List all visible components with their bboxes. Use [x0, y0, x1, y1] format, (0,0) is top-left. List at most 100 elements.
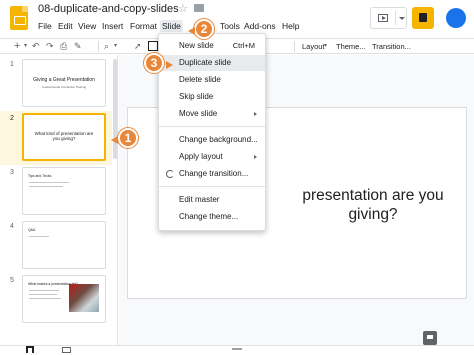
menu-item-label: Delete slide — [179, 75, 221, 84]
callout-pointer — [111, 136, 118, 144]
slide-number: 1 — [10, 61, 14, 68]
resize-handle[interactable] — [232, 348, 242, 350]
menu-view[interactable]: View — [76, 20, 98, 32]
menu-apply-layout[interactable]: Apply layout — [159, 149, 265, 165]
thumbnail-subtitle: CustomGuide interactive Training — [41, 85, 87, 89]
undo-icon[interactable]: ↶ — [32, 40, 40, 53]
filmstrip-slide-1[interactable]: 1 Giving a Great Presentation CustomGuid… — [0, 57, 112, 111]
slides-logo-icon[interactable] — [10, 6, 28, 30]
thumbnail-title: Q&A — [28, 228, 36, 232]
speaker-notes-icon[interactable] — [423, 331, 437, 345]
slide-title-text[interactable]: presentation are you giving? — [278, 186, 468, 224]
thumbnail-text-line — [29, 294, 57, 295]
thumbnail-title: Giving a Great Presentation — [33, 77, 95, 83]
menu-item-label: Change transition... — [179, 169, 249, 178]
menu-item-label: Change background... — [179, 135, 258, 144]
redo-icon[interactable]: ↷ — [46, 40, 54, 53]
textbox-icon[interactable] — [148, 41, 158, 51]
filmstrip-slide-3[interactable]: 3 Tips and Tricks — [0, 165, 112, 219]
paint-format-icon[interactable]: ✎ — [74, 40, 82, 53]
slide-thumbnail-selected[interactable]: What kind of presentation are you giving… — [22, 113, 106, 161]
toolbar-divider — [294, 41, 295, 52]
add-slide-chevron-icon[interactable]: ▾ — [24, 40, 27, 53]
submenu-arrow-icon — [254, 112, 257, 116]
menu-edit[interactable]: Edit — [56, 20, 75, 32]
slide-title-line-2: giving? — [348, 206, 398, 223]
menu-edit-master[interactable]: Edit master — [159, 192, 265, 208]
bottom-bar — [0, 345, 474, 355]
slide-number: 2 — [10, 115, 14, 122]
avatar[interactable] — [446, 8, 466, 28]
menu-change-background[interactable]: Change background... — [159, 132, 265, 148]
menu-item-label: Change theme... — [179, 212, 239, 221]
filmstrip-view-icon[interactable] — [62, 347, 71, 353]
present-icon — [378, 14, 388, 22]
document-title[interactable]: 08-duplicate-and-copy-slides — [38, 3, 179, 15]
menu-item-label: New slide — [179, 41, 214, 50]
menu-divider — [159, 186, 265, 187]
filmstrip-scrollbar[interactable] — [113, 59, 117, 159]
grid-view-icon[interactable] — [26, 346, 34, 353]
step-callout-1: 1 — [118, 128, 138, 148]
menu-insert[interactable]: Insert — [100, 20, 125, 32]
filmstrip-slide-2[interactable]: 2 What kind of presentation are you givi… — [0, 111, 112, 165]
print-icon[interactable]: ⎙ — [60, 40, 67, 53]
menu-item-shortcut: Ctrl+M — [232, 41, 255, 50]
layout-button[interactable]: Layout — [302, 40, 325, 53]
menu-duplicate-slide[interactable]: Duplicate slide — [159, 55, 265, 71]
menu-divider — [159, 126, 265, 127]
menu-move-slide[interactable]: Move slide — [159, 106, 265, 122]
transition-icon — [166, 170, 174, 178]
step-callout-2: 2 — [194, 19, 214, 39]
present-divider — [395, 11, 396, 25]
chevron-down-icon[interactable] — [399, 17, 405, 20]
present-button[interactable] — [370, 7, 407, 29]
menu-item-label: Skip slide — [179, 92, 214, 101]
slide-filmstrip[interactable]: 1 Giving a Great Presentation CustomGuid… — [0, 55, 118, 345]
menu-new-slide[interactable]: New slide Ctrl+M — [159, 38, 265, 54]
slide-number: 5 — [10, 277, 14, 284]
menu-format[interactable]: Format — [128, 20, 159, 32]
slide-thumbnail[interactable]: Tips and Tricks — [22, 167, 106, 215]
menu-change-transition[interactable]: Change transition... — [159, 166, 265, 182]
thumbnail-text-line — [29, 186, 63, 187]
add-slide-button[interactable]: + — [14, 40, 20, 53]
slide-thumbnail[interactable]: Giving a Great Presentation CustomGuide … — [22, 59, 106, 107]
thumbnail-title: Tips and Tricks — [28, 174, 52, 178]
cursor-icon[interactable]: ➚ — [134, 40, 142, 53]
slide-thumbnail[interactable]: Q&A — [22, 221, 106, 269]
folder-icon[interactable] — [194, 4, 204, 12]
transition-button[interactable]: Transition... — [372, 40, 411, 53]
menu-addons[interactable]: Add-ons — [242, 20, 278, 32]
thumbnail-text-line — [29, 236, 49, 237]
step-callout-3: 3 — [144, 53, 164, 73]
slide-menu-dropdown: New slide Ctrl+M Duplicate slide Delete … — [158, 33, 266, 231]
menu-help[interactable]: Help — [280, 20, 301, 32]
thumbnail-photo — [69, 284, 99, 312]
submenu-arrow-icon — [254, 155, 257, 159]
callout-pointer — [166, 61, 173, 69]
menu-delete-slide[interactable]: Delete slide — [159, 72, 265, 88]
thumbnail-title: What kind of presentation are you giving… — [34, 131, 94, 141]
thumbnail-text-line — [29, 298, 61, 299]
filmstrip-slide-4[interactable]: 4 Q&A — [0, 219, 112, 273]
layout-chevron-icon[interactable]: ▾ — [324, 40, 327, 53]
menu-slide[interactable]: Slide — [160, 20, 183, 32]
menu-skip-slide[interactable]: Skip slide — [159, 89, 265, 105]
menu-item-label: Duplicate slide — [179, 58, 232, 67]
callout-pointer — [188, 27, 195, 35]
zoom-chevron-icon[interactable]: ▾ — [114, 40, 117, 53]
menu-tools[interactable]: Tools — [218, 20, 242, 32]
menu-item-label: Apply layout — [179, 152, 223, 161]
slide-thumbnail[interactable]: What makes a presentation fail? — [22, 275, 106, 323]
menu-change-theme[interactable]: Change theme... — [159, 209, 265, 225]
share-button[interactable] — [412, 7, 434, 29]
toolbar-divider — [98, 41, 99, 52]
slide-number: 4 — [10, 223, 14, 230]
slide-number: 3 — [10, 169, 14, 176]
zoom-icon[interactable]: ⌕ — [104, 40, 109, 53]
filmstrip-slide-5[interactable]: 5 What makes a presentation fail? — [0, 273, 112, 327]
star-icon[interactable]: ☆ — [178, 2, 188, 15]
menu-file[interactable]: File — [36, 20, 54, 32]
theme-button[interactable]: Theme... — [336, 40, 366, 53]
